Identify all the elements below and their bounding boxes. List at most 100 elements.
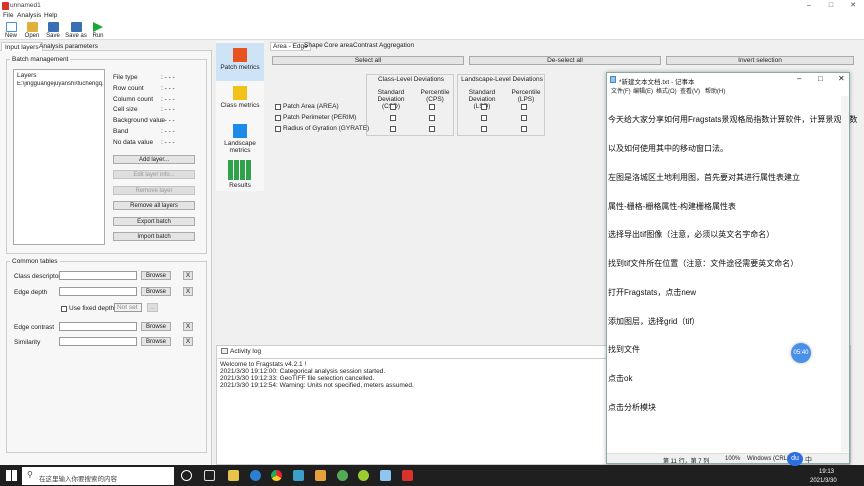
deviation-checkbox[interactable] — [481, 115, 487, 121]
chrome-icon[interactable] — [271, 470, 282, 481]
app-icon-4[interactable] — [337, 470, 348, 481]
use-fixed-depth-checkbox[interactable] — [61, 306, 67, 312]
import-batch-button[interactable]: Import batch — [113, 232, 195, 241]
menu-file[interactable]: File — [3, 12, 13, 19]
notepad-menu-view[interactable]: 查看(V) — [680, 86, 700, 95]
tab-shape[interactable]: Shape — [304, 42, 323, 49]
app-icon-3[interactable] — [315, 470, 326, 481]
text-line: 找到tif文件所在位置（注意：文件途径需要英文命名） — [608, 259, 799, 269]
landscape-metrics-icon — [233, 124, 247, 138]
similarity-field[interactable] — [59, 337, 137, 346]
edge-depth-browse-button[interactable]: Browse — [141, 287, 171, 296]
app-icon-2[interactable] — [293, 470, 304, 481]
edge-depth-field[interactable] — [59, 287, 137, 296]
similarity-clear-button[interactable]: X — [183, 337, 193, 346]
metric-checkbox[interactable] — [275, 115, 281, 121]
sidebar-item-results[interactable]: Results — [216, 157, 264, 195]
select-all-button[interactable]: Select all — [272, 56, 464, 65]
du-badge[interactable]: du — [787, 452, 803, 466]
fragstats-task-icon[interactable] — [402, 470, 413, 481]
deviation-checkbox[interactable] — [429, 115, 435, 121]
layer-property-row: Column count: - - - — [113, 96, 205, 105]
notepad-menu-help[interactable]: 帮助(H) — [705, 86, 725, 95]
deselect-all-button[interactable]: De-select all — [469, 56, 661, 65]
edge-icon[interactable] — [250, 470, 261, 481]
run-button[interactable]: Run — [88, 22, 108, 40]
deviation-checkbox[interactable] — [521, 126, 527, 132]
input-language[interactable]: 中 — [805, 455, 812, 465]
deviation-checkbox[interactable] — [390, 126, 396, 132]
notepad-menu-edit[interactable]: 编辑(E) — [633, 86, 653, 95]
similarity-browse-button[interactable]: Browse — [141, 337, 171, 346]
metric-checkbox[interactable] — [275, 104, 281, 110]
fixed-depth-field[interactable]: Not set — [114, 303, 142, 312]
edge-contrast-browse-button[interactable]: Browse — [141, 322, 171, 331]
layers-list[interactable]: Layers E:\jingguangejuyanshi\fuchengq... — [13, 69, 105, 245]
notepad-maximize-button[interactable]: □ — [818, 74, 823, 83]
patch-metrics-icon — [233, 48, 247, 62]
fixed-depth-ellipsis-button[interactable]: ... — [147, 303, 158, 312]
remove-layer-button[interactable]: Remove layer — [113, 186, 195, 195]
edge-depth-clear-button[interactable]: X — [183, 287, 193, 296]
task-view-icon[interactable] — [204, 470, 215, 481]
notepad-menu-format[interactable]: 格式(O) — [656, 86, 677, 95]
property-key: No data value — [113, 138, 154, 146]
deviation-checkbox[interactable] — [390, 115, 396, 121]
clock-time[interactable]: 19:13 — [819, 469, 834, 475]
tab-contrast[interactable]: Contrast — [353, 42, 378, 49]
property-key: Row count — [113, 84, 144, 92]
notepad-task-icon[interactable] — [380, 470, 391, 481]
close-button[interactable]: ✕ — [842, 0, 864, 12]
deviation-checkbox[interactable] — [521, 115, 527, 121]
class-descriptors-clear-button[interactable]: X — [183, 271, 193, 280]
menu-help[interactable]: Help — [44, 12, 57, 19]
clock-date[interactable]: 2021/3/30 — [810, 478, 837, 484]
save-button[interactable]: Save — [43, 22, 63, 40]
save-as-button[interactable]: Save as — [64, 22, 88, 40]
remove-all-layers-button[interactable]: Remove all layers — [113, 201, 195, 210]
tab-core-area[interactable]: Core area — [324, 42, 353, 49]
class-descriptors-browse-button[interactable]: Browse — [141, 271, 171, 280]
line-ending: Windows (CRLF) — [747, 456, 793, 462]
notepad-statusbar: 第 11 行，第 7 列 100% Windows (CRLF) — [607, 453, 849, 465]
layer-item[interactable]: E:\jingguangejuyanshi\fuchengq... — [14, 81, 104, 87]
minimize-button[interactable]: – — [798, 0, 820, 12]
tab-aggregation[interactable]: Aggregation — [379, 42, 414, 49]
notepad-close-button[interactable]: ✕ — [838, 74, 845, 83]
edit-layer-info-button[interactable]: Edit layer info... — [113, 170, 195, 179]
new-button[interactable]: New — [1, 22, 21, 40]
add-layer-button[interactable]: Add layer... — [113, 155, 195, 164]
taskbar-search[interactable]: ⚲ 在这里输入你要搜索的内容 — [22, 467, 174, 485]
edge-contrast-field[interactable] — [59, 322, 137, 331]
notepad-scrollbar[interactable] — [841, 96, 849, 452]
edge-contrast-clear-button[interactable]: X — [183, 322, 193, 331]
deviation-checkbox[interactable] — [429, 126, 435, 132]
deviation-checkbox[interactable] — [481, 104, 487, 110]
export-batch-button[interactable]: Export batch — [113, 217, 195, 226]
deviation-checkbox[interactable] — [521, 104, 527, 110]
cortana-icon[interactable] — [181, 470, 192, 481]
metric-checkbox[interactable] — [275, 126, 281, 132]
class-descriptors-field[interactable] — [59, 271, 137, 280]
deviation-checkbox[interactable] — [429, 104, 435, 110]
deviation-checkbox[interactable] — [390, 104, 396, 110]
floating-timer-badge[interactable]: 05:40 — [791, 343, 811, 363]
metric-label: Patch Area (AREA) — [283, 103, 339, 110]
menu-analysis[interactable]: Analysis — [17, 12, 41, 19]
tab-analysis-parameters[interactable]: Analysis parameters — [36, 42, 101, 51]
invert-selection-button[interactable]: Invert selection — [666, 56, 854, 65]
file-explorer-icon[interactable] — [228, 470, 239, 481]
notepad-menu-file[interactable]: 文件(F) — [611, 86, 631, 95]
maximize-button[interactable]: □ — [820, 0, 842, 12]
property-value: : - - - — [161, 128, 175, 135]
open-button[interactable]: Open — [22, 22, 42, 40]
notepad-text-area[interactable]: 今天给大家分享如何用Fragstats景观格局指数计算软件，计算景观指数 以及如… — [608, 96, 857, 451]
app-icon-5[interactable] — [358, 470, 369, 481]
sidebar-item-patch-metrics[interactable]: Patch metrics — [216, 43, 264, 81]
start-icon[interactable] — [6, 470, 17, 481]
sidebar-item-class-metrics[interactable]: Class metrics — [216, 81, 264, 119]
deviation-checkbox[interactable] — [481, 126, 487, 132]
sidebar-item-landscape-metrics[interactable]: Landscape metrics — [216, 119, 264, 157]
similarity-label: Similarity — [14, 339, 41, 346]
notepad-minimize-button[interactable]: – — [797, 74, 801, 83]
